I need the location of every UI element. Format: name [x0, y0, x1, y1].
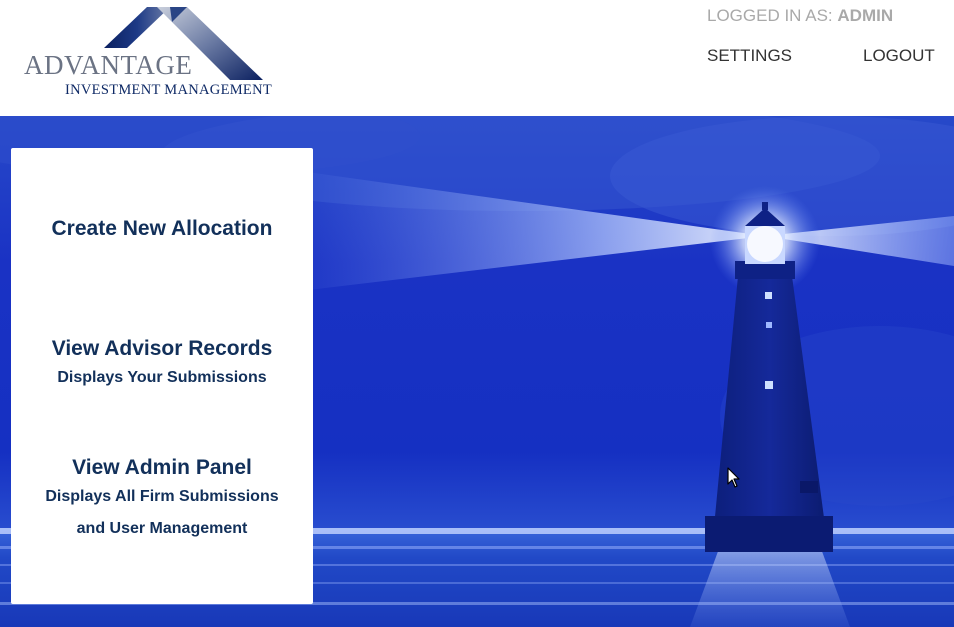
main-menu-panel: Create New Allocation View Advisor Recor…	[11, 148, 313, 604]
view-advisor-records-title[interactable]: View Advisor Records	[11, 336, 313, 362]
logout-link[interactable]: LOGOUT	[863, 46, 935, 66]
view-admin-panel-title[interactable]: View Admin Panel	[11, 455, 313, 481]
create-allocation-title[interactable]: Create New Allocation	[11, 216, 313, 242]
company-logo[interactable]: ADVANTAGE INVESTMENT MANAGEMENT	[22, 6, 272, 100]
mouse-cursor-icon	[727, 467, 740, 488]
page: ADVANTAGE INVESTMENT MANAGEMENT LOGGED I…	[0, 0, 954, 627]
view-admin-panel-option[interactable]: View Admin Panel Displays All Firm Submi…	[11, 455, 313, 545]
logo-wordmark: ADVANTAGE	[24, 50, 193, 80]
logged-in-user: ADMIN	[837, 6, 894, 25]
view-admin-panel-description-line-2: and User Management	[76, 520, 248, 537]
view-advisor-records-option[interactable]: View Advisor Records Displays Your Submi…	[11, 336, 313, 394]
header: ADVANTAGE INVESTMENT MANAGEMENT LOGGED I…	[0, 0, 954, 116]
view-admin-panel-description-line-1: Displays All Firm Submissions	[45, 488, 279, 505]
login-status-prefix: LOGGED IN AS:	[707, 6, 833, 25]
login-status: LOGGED IN AS: ADMIN	[707, 6, 893, 26]
logo-subtitle: INVESTMENT MANAGEMENT	[65, 82, 273, 98]
create-allocation-option[interactable]: Create New Allocation	[11, 216, 313, 242]
view-advisor-records-description: Displays Your Submissions	[57, 369, 267, 386]
settings-link[interactable]: SETTINGS	[707, 46, 792, 66]
